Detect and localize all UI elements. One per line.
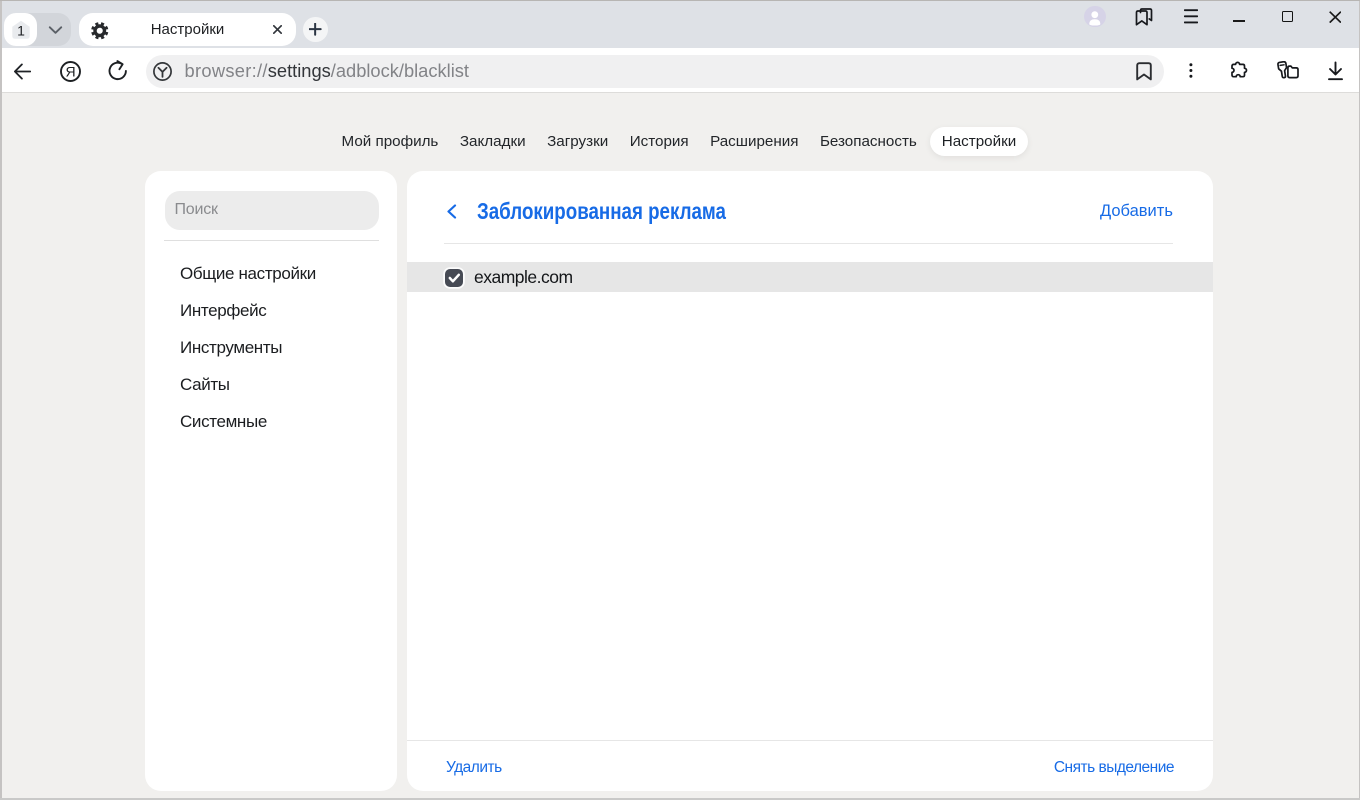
svg-text:Я: Я: [65, 63, 75, 79]
svg-text:1: 1: [17, 22, 25, 38]
